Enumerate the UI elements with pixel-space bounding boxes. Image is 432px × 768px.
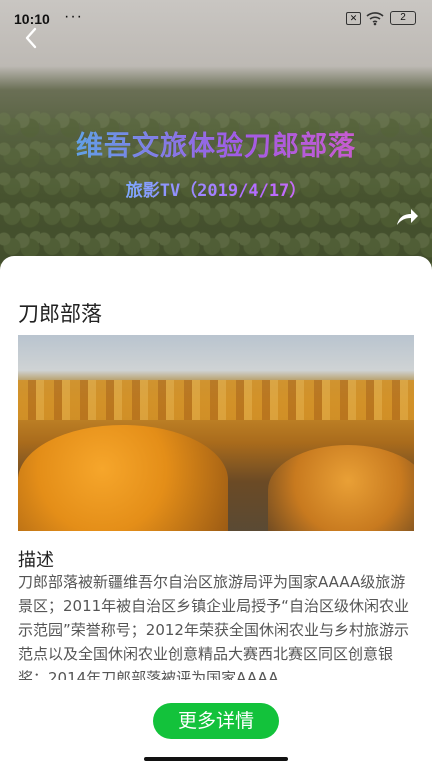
scenic-photo [18,335,414,531]
wifi-icon [366,12,384,26]
video-overlay-title: 维吾文旅体验刀郎部落 [0,124,432,163]
video-overlay-subtitle: 旅影TV（2019/4/17） [0,176,432,201]
home-indicator[interactable] [144,757,288,761]
photo-foreground-trees-right [268,445,414,531]
sim-icon: ✕ [346,12,361,25]
video-player[interactable]: 维吾文旅体验刀郎部落 旅影TV（2019/4/17） [0,0,432,300]
back-arrow-icon[interactable] [18,24,46,52]
battery-icon: 2 [390,11,416,25]
status-more-dots: ··· [64,8,83,25]
photo-tree-band [18,380,414,420]
share-icon[interactable] [394,206,420,228]
description-heading: 描述 [18,550,54,571]
detail-sheet: 刀郎部落 描述 刀郎部落被新疆维吾尔自治区旅游局评为国家AAAA级旅游景区；20… [0,256,432,768]
more-details-button[interactable]: 更多详情 [153,703,279,739]
status-bar: 10:10 ··· ✕ 2 [0,0,432,36]
description-text: 刀郎部落被新疆维吾尔自治区旅游局评为国家AAAA级旅游景区；2011年被自治区乡… [18,573,409,680]
photo-foreground-trees-left [18,425,228,531]
page-title: 刀郎部落 [18,302,102,326]
